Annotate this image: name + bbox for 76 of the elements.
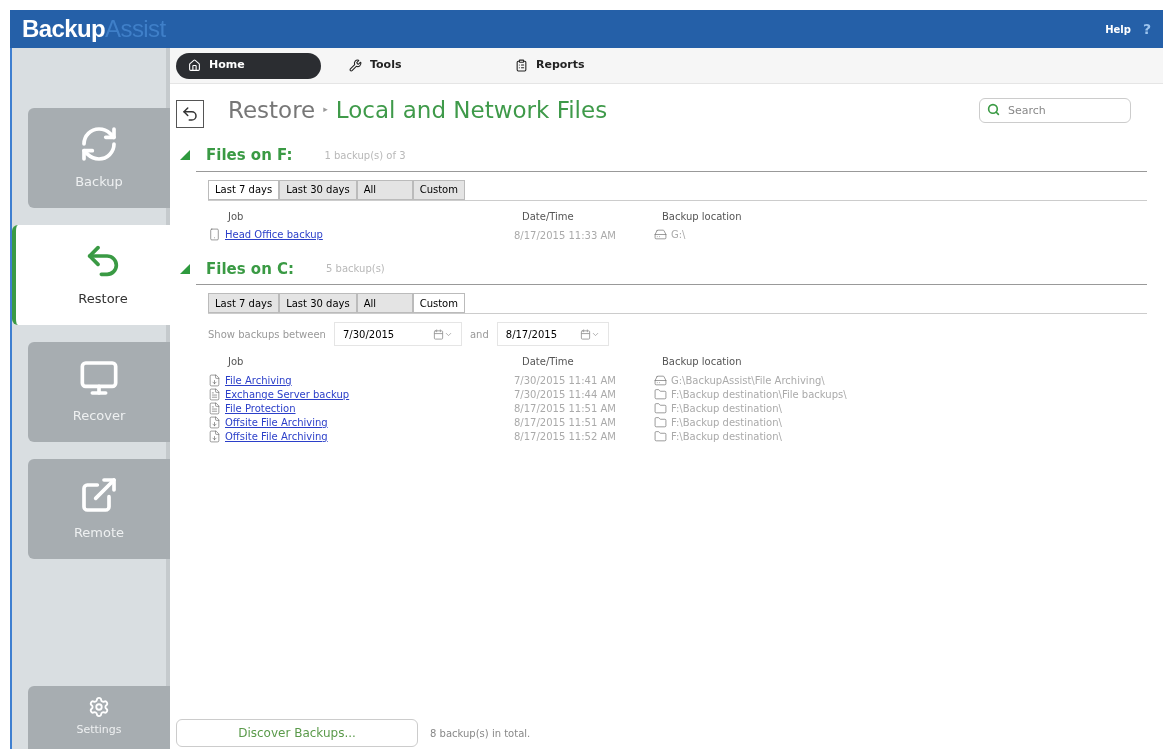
job-link[interactable]: File Protection xyxy=(225,400,296,416)
download-file-icon xyxy=(208,415,221,429)
nav-tab[interactable]: Tools xyxy=(337,52,487,79)
wrench-icon xyxy=(349,59,362,72)
document-icon xyxy=(208,401,221,415)
date-value: 8/17/2015 xyxy=(505,327,558,342)
search-icon xyxy=(987,103,1000,116)
folder-icon xyxy=(654,401,667,415)
total-count: 8 backup(s) in total. xyxy=(430,726,531,741)
nav-tab[interactable]: Reports xyxy=(503,52,653,79)
date-value: 7/30/2015 xyxy=(342,327,395,342)
filter-tab[interactable]: Custom xyxy=(412,293,465,313)
filter-label: Show backups between xyxy=(208,327,326,342)
breadcrumb-parent[interactable]: Restore xyxy=(228,92,316,128)
gear-icon xyxy=(88,696,110,719)
location-cell-text: F:\Backup destination\File backups\ xyxy=(671,387,847,402)
drive-icon xyxy=(654,228,667,241)
date-picker[interactable]: 8/17/2015 xyxy=(496,322,609,346)
home-icon xyxy=(188,59,201,72)
location-cell-text: F:\Backup destination\ xyxy=(671,401,782,416)
filter-tab[interactable]: Custom xyxy=(412,179,465,200)
column-header: Backup location xyxy=(661,209,743,224)
column-header: Job xyxy=(226,355,245,369)
date-picker[interactable]: 7/30/2015 xyxy=(333,322,462,346)
date-cell-text: 8/17/2015 11:51 AM xyxy=(514,416,617,429)
download-file-icon xyxy=(208,429,221,443)
location-cell-text: F:\Backup destination\ xyxy=(671,429,782,444)
section-title: Files on F: xyxy=(206,145,293,166)
breadcrumb-arrow-icon: ▸ xyxy=(323,103,328,117)
backup-count: 1 backup(s) of 3 xyxy=(324,148,406,163)
drive-icon xyxy=(654,373,667,387)
job-link[interactable]: Offsite File Archiving xyxy=(225,428,328,444)
date-cell-text: 7/30/2015 11:41 AM xyxy=(514,374,617,387)
calendar-icon[interactable] xyxy=(579,328,591,340)
column-header: Date/Time xyxy=(521,355,575,369)
filter-tab[interactable]: Last 30 days xyxy=(279,179,357,200)
discover-backups-button[interactable]: Discover Backups... xyxy=(176,719,418,747)
help-icon[interactable]: ? xyxy=(1142,18,1151,40)
job-link[interactable]: Offsite File Archiving xyxy=(225,414,328,430)
clipboard-icon xyxy=(515,59,528,72)
filter-tab[interactable]: All xyxy=(356,179,413,200)
filter-tab[interactable]: Last 30 days xyxy=(279,293,357,313)
restore-page-icon xyxy=(176,100,204,128)
date-cell-text: 8/17/2015 11:51 AM xyxy=(514,402,617,415)
folder-icon xyxy=(654,387,667,401)
location-cell-text: G:\ xyxy=(671,228,686,242)
location-cell-text: G:\BackupAssist\File Archiving\ xyxy=(671,373,825,388)
date-cell-text: 8/17/2015 11:52 AM xyxy=(514,430,617,443)
job-link[interactable]: File Archiving xyxy=(225,372,292,388)
download-file-icon xyxy=(208,373,221,387)
date-cell-text: 7/30/2015 11:44 AM xyxy=(514,388,617,401)
search-field[interactable]: Search xyxy=(979,98,1131,123)
logo-text: Backup xyxy=(22,14,106,44)
column-header: Backup location xyxy=(661,355,743,369)
job-link[interactable]: Exchange Server backup xyxy=(225,386,350,402)
column-header: Date/Time xyxy=(521,209,575,224)
phone-icon xyxy=(208,228,221,241)
folder-icon xyxy=(654,415,667,429)
job-link[interactable]: Head Office backup xyxy=(225,227,323,242)
expand-triangle-icon[interactable] xyxy=(180,263,190,274)
filter-tab[interactable]: Last 7 days xyxy=(208,293,280,313)
section-title: Files on C: xyxy=(206,258,295,280)
date-cell-text: 8/17/2015 11:33 AM xyxy=(514,228,617,242)
location-cell-text: F:\Backup destination\ xyxy=(671,415,782,430)
nav-tab[interactable]: Home xyxy=(176,52,321,79)
page-title: Local and Network Files xyxy=(335,95,608,125)
folder-icon xyxy=(654,429,667,443)
filter-tab[interactable]: All xyxy=(356,293,413,313)
help-link[interactable]: Help xyxy=(1105,21,1131,37)
column-header: Job xyxy=(226,209,245,224)
document-icon xyxy=(208,387,221,401)
filter-tab[interactable]: Last 7 days xyxy=(208,179,280,200)
expand-triangle-icon[interactable] xyxy=(180,150,190,161)
and-label: and xyxy=(469,327,489,342)
backup-count: 5 backup(s) xyxy=(326,262,385,277)
calendar-icon[interactable] xyxy=(432,328,444,340)
